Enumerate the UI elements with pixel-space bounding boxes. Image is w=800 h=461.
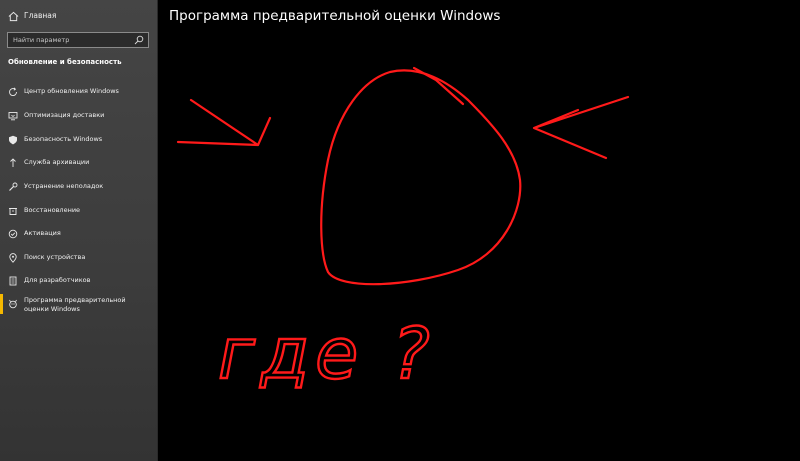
- sidebar-item-label: Программа предварительной оценки Windows: [24, 296, 152, 314]
- sidebar-item-label: Активация: [24, 229, 152, 238]
- sidebar-item-find-device[interactable]: Поиск устройства: [0, 249, 158, 269]
- settings-window: Главная Обновление и безопасность Центр …: [0, 0, 800, 461]
- developer-icon: [8, 276, 18, 286]
- insider-icon: [8, 299, 18, 309]
- sidebar-item-windows-update[interactable]: Центр обновления Windows: [0, 83, 158, 103]
- sidebar-item-troubleshoot[interactable]: Устранение неполадок: [0, 178, 158, 198]
- search-box[interactable]: [7, 32, 149, 48]
- sidebar-item-recovery[interactable]: Восстановление: [0, 202, 158, 222]
- sidebar-item-windows-insider[interactable]: Программа предварительной оценки Windows: [0, 294, 158, 316]
- delivery-optimization-icon: [8, 111, 18, 121]
- annotation-circle: [321, 70, 520, 284]
- activation-check-icon: [8, 229, 18, 239]
- shield-icon: [8, 135, 18, 145]
- search-icon[interactable]: [134, 35, 144, 45]
- recovery-icon: [8, 206, 18, 216]
- sidebar-item-label: Восстановление: [24, 206, 152, 215]
- sync-icon: [8, 87, 18, 97]
- red-annotation-overlay: где ?: [158, 0, 800, 461]
- sidebar-item-backup[interactable]: Служба архивации: [0, 154, 158, 174]
- search-input[interactable]: [8, 33, 130, 47]
- annotation-arrow-left: [178, 100, 270, 145]
- sidebar-item-windows-security[interactable]: Безопасность Windows: [0, 131, 158, 151]
- home-icon: [8, 11, 19, 22]
- sidebar-item-label: Устранение неполадок: [24, 182, 152, 191]
- home-label: Главная: [24, 11, 56, 20]
- sidebar-item-developers[interactable]: Для разработчиков: [0, 272, 158, 292]
- find-device-icon: [8, 253, 18, 263]
- sidebar-item-delivery-optimization[interactable]: Оптимизация доставки: [0, 107, 158, 127]
- sidebar: Главная Обновление и безопасность Центр …: [0, 0, 158, 461]
- sidebar-item-label: Оптимизация доставки: [24, 111, 152, 120]
- annotation-text: где ?: [218, 313, 436, 395]
- annotation-arrow-right: [534, 97, 628, 158]
- sidebar-item-label: Центр обновления Windows: [24, 87, 152, 96]
- backup-arrow-icon: [8, 158, 18, 168]
- active-indicator: [0, 294, 3, 314]
- sidebar-item-label: Безопасность Windows: [24, 135, 152, 144]
- section-title: Обновление и безопасность: [8, 58, 122, 66]
- main-content: Программа предварительной оценки Windows…: [158, 0, 800, 461]
- sidebar-item-label: Служба архивации: [24, 158, 152, 167]
- sidebar-item-label: Поиск устройства: [24, 253, 152, 262]
- sidebar-item-label: Для разработчиков: [24, 276, 152, 285]
- wrench-icon: [8, 182, 18, 192]
- home-link[interactable]: Главная: [0, 8, 158, 28]
- sidebar-item-activation[interactable]: Активация: [0, 225, 158, 245]
